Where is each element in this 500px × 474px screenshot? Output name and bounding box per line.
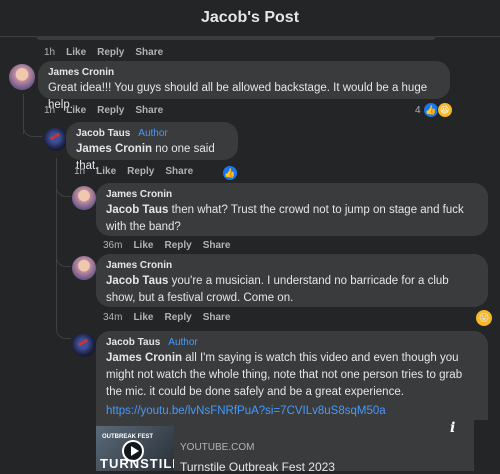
- link-title[interactable]: Turnstile Outbreak Fest 2023: [180, 460, 335, 474]
- mention[interactable]: Jacob Taus: [106, 275, 168, 287]
- previous-comment-bubble: [36, 36, 436, 40]
- share-button[interactable]: Share: [165, 166, 193, 177]
- comment-bubble: James Cronin Jacob Taus then what? Trust…: [96, 183, 488, 236]
- avatar[interactable]: [72, 256, 96, 280]
- comment-actions: 1h Like Reply Share: [44, 47, 163, 58]
- reaction-summary[interactable]: 👍: [222, 165, 238, 181]
- timestamp[interactable]: 36m: [103, 240, 122, 251]
- mention[interactable]: James Cronin: [106, 352, 182, 364]
- reply-button[interactable]: Reply: [97, 105, 124, 116]
- link-domain: YOUTUBE.COM: [180, 442, 255, 453]
- react-emoji-icon[interactable]: 😛: [476, 310, 492, 326]
- commenter-name[interactable]: James Cronin: [106, 260, 172, 271]
- video-thumbnail[interactable]: OUTBREAK FEST TURNSTILE: [96, 426, 174, 471]
- avatar[interactable]: [72, 333, 96, 357]
- info-icon[interactable]: i: [450, 420, 464, 438]
- comment-bubble: Jacob Taus Author James Cronin all I'm s…: [96, 331, 488, 420]
- page-title: Jacob's Post: [200, 9, 300, 26]
- comment-text: Jacob Taus then what? Trust the crowd no…: [106, 204, 464, 233]
- mention[interactable]: Jacob Taus: [106, 204, 168, 216]
- like-button[interactable]: Like: [96, 166, 116, 177]
- share-button[interactable]: Share: [203, 312, 231, 323]
- avatar[interactable]: [72, 186, 96, 210]
- thread-connector: [23, 110, 42, 137]
- comment-bubble: Jacob Taus Author James Cronin no one sa…: [66, 122, 238, 172]
- haha-reaction-icon: 😆: [436, 102, 453, 118]
- timestamp[interactable]: 1h: [44, 105, 55, 116]
- reply-button[interactable]: Reply: [164, 240, 191, 251]
- author-badge: Author: [168, 337, 198, 348]
- thread-connector: [56, 250, 71, 267]
- thread-connector: [56, 320, 71, 339]
- timestamp[interactable]: 1h: [44, 47, 55, 58]
- reaction-count: 4: [415, 104, 421, 116]
- commenter-name[interactable]: Jacob Taus: [106, 337, 160, 348]
- reply-button[interactable]: Reply: [164, 312, 191, 323]
- link-preview-card[interactable]: OUTBREAK FEST TURNSTILE YOUTUBE.COM Turn…: [96, 420, 474, 474]
- comment-text: Jacob Taus you're a musician. I understa…: [106, 275, 449, 304]
- share-button[interactable]: Share: [135, 47, 163, 58]
- commenter-name[interactable]: James Cronin: [48, 67, 114, 78]
- reaction-summary[interactable]: 4 👍 😆: [415, 102, 453, 118]
- comment-bubble: James Cronin Great idea!!! You guys shou…: [38, 61, 450, 111]
- like-reaction-icon: 👍: [222, 165, 238, 181]
- post-header: Jacob's Post: [0, 0, 500, 37]
- share-button[interactable]: Share: [203, 240, 231, 251]
- avatar[interactable]: [44, 127, 68, 151]
- thread-connector: [56, 178, 71, 197]
- timestamp[interactable]: 34m: [103, 312, 122, 323]
- reply-button[interactable]: Reply: [97, 47, 124, 58]
- share-button[interactable]: Share: [135, 105, 163, 116]
- mention[interactable]: James Cronin: [76, 143, 152, 155]
- like-button[interactable]: Like: [66, 105, 86, 116]
- author-badge: Author: [138, 128, 168, 139]
- timestamp[interactable]: 1h: [74, 166, 85, 177]
- video-link[interactable]: https://youtu.be/lvNsFNRfPuA?si=7CVILv8u…: [106, 403, 478, 420]
- comment-actions: 34m Like Reply Share: [103, 312, 231, 323]
- comment-actions: 1h Like Reply Share: [44, 105, 163, 116]
- like-button[interactable]: Like: [66, 47, 86, 58]
- play-icon[interactable]: [122, 440, 144, 462]
- like-button[interactable]: Like: [133, 240, 153, 251]
- commenter-name[interactable]: Jacob Taus: [76, 128, 130, 139]
- avatar[interactable]: [9, 64, 35, 90]
- comment-actions: 1h Like Reply Share: [74, 166, 193, 177]
- comment-text: James Cronin all I'm saying is watch thi…: [106, 352, 463, 398]
- comment-actions: 36m Like Reply Share: [103, 240, 231, 251]
- commenter-name[interactable]: James Cronin: [106, 189, 172, 200]
- reply-button[interactable]: Reply: [127, 166, 154, 177]
- like-button[interactable]: Like: [133, 312, 153, 323]
- thumbnail-caption: OUTBREAK FEST: [102, 434, 153, 440]
- comment-bubble: James Cronin Jacob Taus you're a musicia…: [96, 254, 488, 307]
